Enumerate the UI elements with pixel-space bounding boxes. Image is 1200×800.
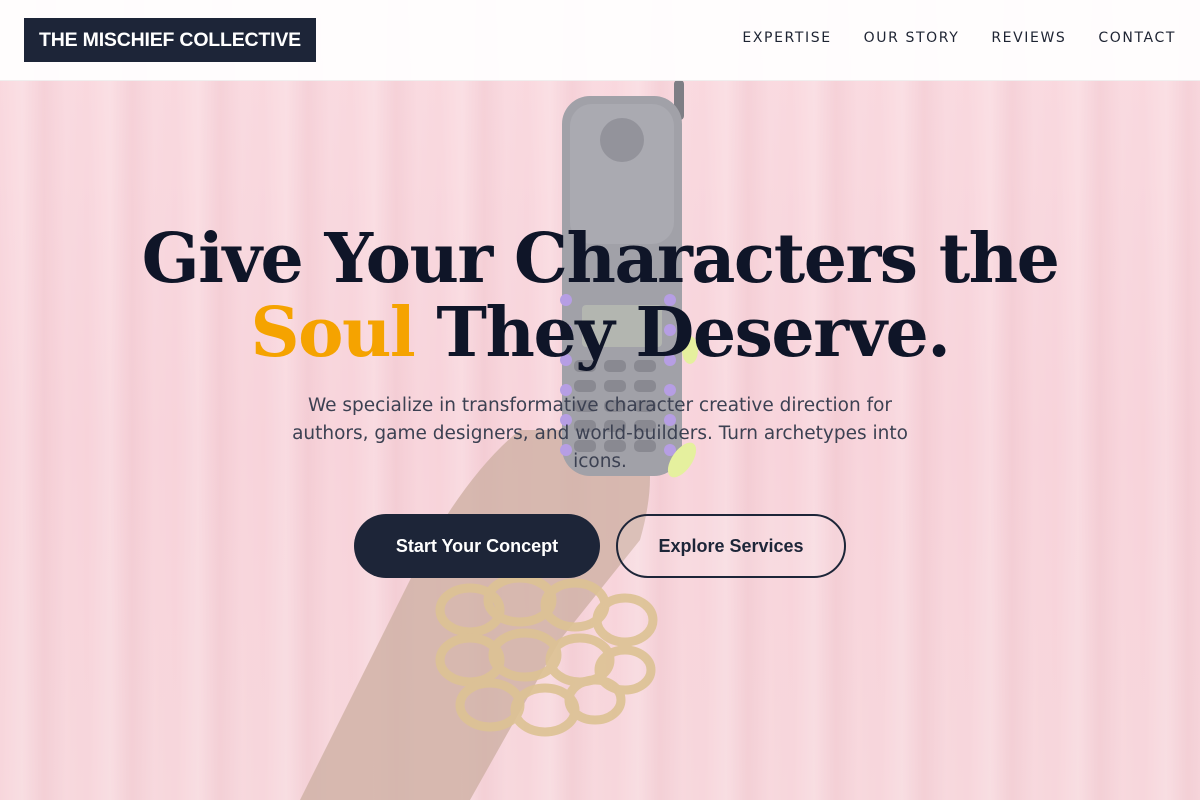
hero-title: Give Your Characters the Soul They Deser…	[100, 222, 1100, 370]
site-logo[interactable]: THE MISCHIEF COLLECTIVE	[24, 18, 316, 62]
nav-link-reviews[interactable]: REVIEWS	[991, 30, 1066, 46]
start-concept-button[interactable]: Start Your Concept	[354, 514, 600, 578]
nav-link-contact[interactable]: CONTACT	[1098, 30, 1176, 46]
hero-title-line2: They Deserve.	[414, 293, 951, 373]
main-nav: EXPERTISE OUR STORY REVIEWS CONTACT	[742, 30, 1176, 46]
explore-services-button[interactable]: Explore Services	[616, 514, 846, 578]
nav-link-our-story[interactable]: OUR STORY	[864, 30, 960, 46]
site-header: THE MISCHIEF COLLECTIVE EXPERTISE OUR ST…	[0, 0, 1200, 81]
hero-subtitle: We specialize in transformative characte…	[292, 395, 908, 472]
hero-title-line1: Give Your Characters the	[141, 219, 1060, 299]
hero-title-accent: Soul	[250, 293, 416, 373]
nav-link-expertise[interactable]: EXPERTISE	[742, 30, 831, 46]
